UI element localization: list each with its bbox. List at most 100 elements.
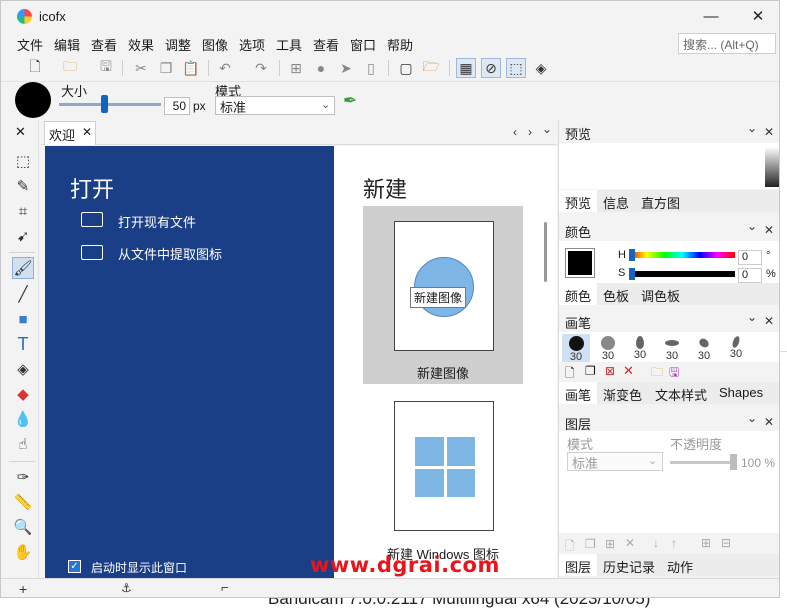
cursor-icon[interactable]: ➤: [336, 58, 356, 78]
tab-shapes[interactable]: Shapes: [713, 382, 769, 404]
fill-tool-icon[interactable]: ◈: [12, 358, 34, 380]
eyedropper-tool-icon[interactable]: ✑: [12, 466, 34, 488]
tab-text-styles[interactable]: 文本样式: [649, 382, 713, 404]
close-icon[interactable]: ✕: [764, 314, 774, 328]
brush-item[interactable]: 30: [658, 334, 686, 362]
chevron-down-icon[interactable]: ⌄: [747, 219, 757, 233]
close-icon[interactable]: ✕: [764, 125, 774, 139]
tab-color[interactable]: 颜色: [559, 283, 598, 305]
menu-window[interactable]: 窗口: [350, 35, 376, 54]
mobile-icon[interactable]: ▯: [361, 58, 381, 78]
layer-opacity-slider[interactable]: [670, 461, 736, 464]
tab-actions[interactable]: 动作: [661, 554, 699, 576]
paste-icon[interactable]: 📋: [181, 58, 201, 78]
zoom-tool-icon[interactable]: 🔍: [12, 516, 34, 538]
tab-prev-icon[interactable]: ‹: [513, 125, 517, 139]
scrollbar[interactable]: [544, 222, 547, 282]
search-input[interactable]: 搜索... (Alt+Q): [678, 33, 776, 54]
menu-effects[interactable]: 效果: [128, 35, 154, 54]
tab-histogram[interactable]: 直方图: [635, 190, 686, 212]
menu-adjust[interactable]: 调整: [165, 35, 191, 54]
hand-tool-icon[interactable]: ✋: [12, 541, 34, 563]
menu-edit[interactable]: 编辑: [54, 35, 80, 54]
size-input[interactable]: 50: [164, 97, 190, 115]
eraser-tool-icon[interactable]: ◆: [12, 383, 34, 405]
tab-info[interactable]: 信息: [597, 190, 635, 212]
tab-palette[interactable]: 调色板: [635, 283, 686, 305]
apple-icon[interactable]: ●: [311, 58, 331, 78]
duplicate-layer-icon[interactable]: ❐: [585, 537, 596, 551]
menu-image[interactable]: 图像: [202, 35, 228, 54]
delete-brush-icon[interactable]: ⊠: [605, 364, 615, 378]
magic-wand-tool-icon[interactable]: ✎: [12, 175, 34, 197]
copy-brush-icon[interactable]: ❐: [585, 364, 596, 378]
delete-layer-icon[interactable]: ✕: [625, 536, 635, 550]
layers-toggle-icon[interactable]: ◈: [531, 58, 551, 78]
size-slider-thumb[interactable]: [101, 95, 109, 113]
color-picker-icon[interactable]: ✒: [343, 91, 357, 111]
saturation-slider-thumb[interactable]: [629, 268, 635, 280]
redo-icon[interactable]: ↷: [251, 58, 271, 78]
menu-view[interactable]: 查看: [91, 35, 117, 54]
open-folder-icon[interactable]: 🗀: [60, 58, 80, 78]
copy-icon[interactable]: ❐: [156, 58, 176, 78]
brush-item[interactable]: 30: [626, 334, 654, 362]
tab-close-icon[interactable]: ✕: [82, 125, 92, 139]
layer-opacity-thumb[interactable]: [730, 454, 737, 470]
open-brush-icon[interactable]: 🗀: [651, 363, 663, 384]
blur-tool-icon[interactable]: 💧: [12, 408, 34, 430]
cut-icon[interactable]: ✂: [131, 58, 151, 78]
menu-help[interactable]: 帮助: [387, 35, 413, 54]
close-icon[interactable]: ✕: [764, 415, 774, 429]
rect-select-tool-icon[interactable]: ⬚: [12, 150, 34, 172]
checkerboard-icon[interactable]: ▦: [456, 58, 476, 78]
menu-view-2[interactable]: 查看: [313, 35, 339, 54]
remove-icon[interactable]: ✕: [623, 363, 634, 379]
hue-slider-thumb[interactable]: [629, 249, 635, 261]
layer-properties-icon[interactable]: ⊟: [721, 536, 731, 550]
rectangle-tool-icon[interactable]: ■: [12, 308, 34, 330]
save-brush-icon[interactable]: 🖫: [669, 363, 679, 384]
title-bar[interactable]: icofx — ✕: [1, 1, 779, 31]
ruler-tool-icon[interactable]: 📏: [12, 491, 34, 513]
selection-toggle-icon[interactable]: ⬚: [506, 58, 526, 78]
open-existing-link[interactable]: 打开现有文件: [118, 212, 196, 231]
add-effect-icon[interactable]: ⊞: [701, 536, 711, 550]
extract-icon-link[interactable]: 从文件中提取图标: [118, 244, 222, 263]
chevron-down-icon[interactable]: ⌄: [747, 411, 757, 425]
show-on-start-checkbox[interactable]: ✓: [68, 560, 81, 573]
grid-toggle-icon[interactable]: ⊘: [481, 58, 501, 78]
tab-swatches[interactable]: 色板: [597, 283, 635, 305]
menu-options[interactable]: 选项: [239, 35, 265, 54]
brush-item[interactable]: 30: [594, 334, 622, 362]
close-icon[interactable]: ✕: [15, 124, 26, 140]
brush-item[interactable]: 30: [722, 334, 750, 362]
mode-select[interactable]: 标准: [215, 96, 335, 115]
extract-icon[interactable]: 🗁: [421, 58, 441, 78]
move-layer-up-icon[interactable]: ↑: [671, 536, 677, 550]
brush-tool-icon[interactable]: 🖌: [12, 257, 34, 279]
new-image-toolbar-icon[interactable]: ▢: [396, 58, 416, 78]
tab-gradients[interactable]: 渐变色: [597, 382, 648, 404]
new-file-icon[interactable]: 🗋: [25, 58, 45, 78]
brush-item[interactable]: 30: [562, 334, 590, 363]
size-slider-track[interactable]: [59, 103, 161, 106]
text-tool-icon[interactable]: T: [12, 333, 34, 355]
current-color-swatch[interactable]: [565, 248, 595, 278]
tab-preview[interactable]: 预览: [559, 190, 598, 212]
chevron-down-icon[interactable]: ⌄: [747, 310, 757, 324]
saturation-slider[interactable]: [629, 271, 735, 277]
tab-next-icon[interactable]: ›: [528, 125, 532, 139]
plus-icon[interactable]: +: [19, 581, 27, 597]
dodge-tool-icon[interactable]: ☝: [12, 433, 34, 455]
hue-input[interactable]: 0: [738, 250, 762, 265]
undo-icon[interactable]: ↶: [215, 58, 235, 78]
tab-history[interactable]: 历史记录: [597, 554, 661, 576]
close-icon[interactable]: ✕: [764, 223, 774, 237]
saturation-input[interactable]: 0: [738, 268, 762, 283]
move-tool-icon[interactable]: ➹: [12, 225, 34, 247]
menu-tools[interactable]: 工具: [276, 35, 302, 54]
hue-slider[interactable]: [629, 252, 735, 258]
move-layer-down-icon[interactable]: ↓: [653, 536, 659, 550]
windows-icon[interactable]: ⊞: [286, 58, 306, 78]
